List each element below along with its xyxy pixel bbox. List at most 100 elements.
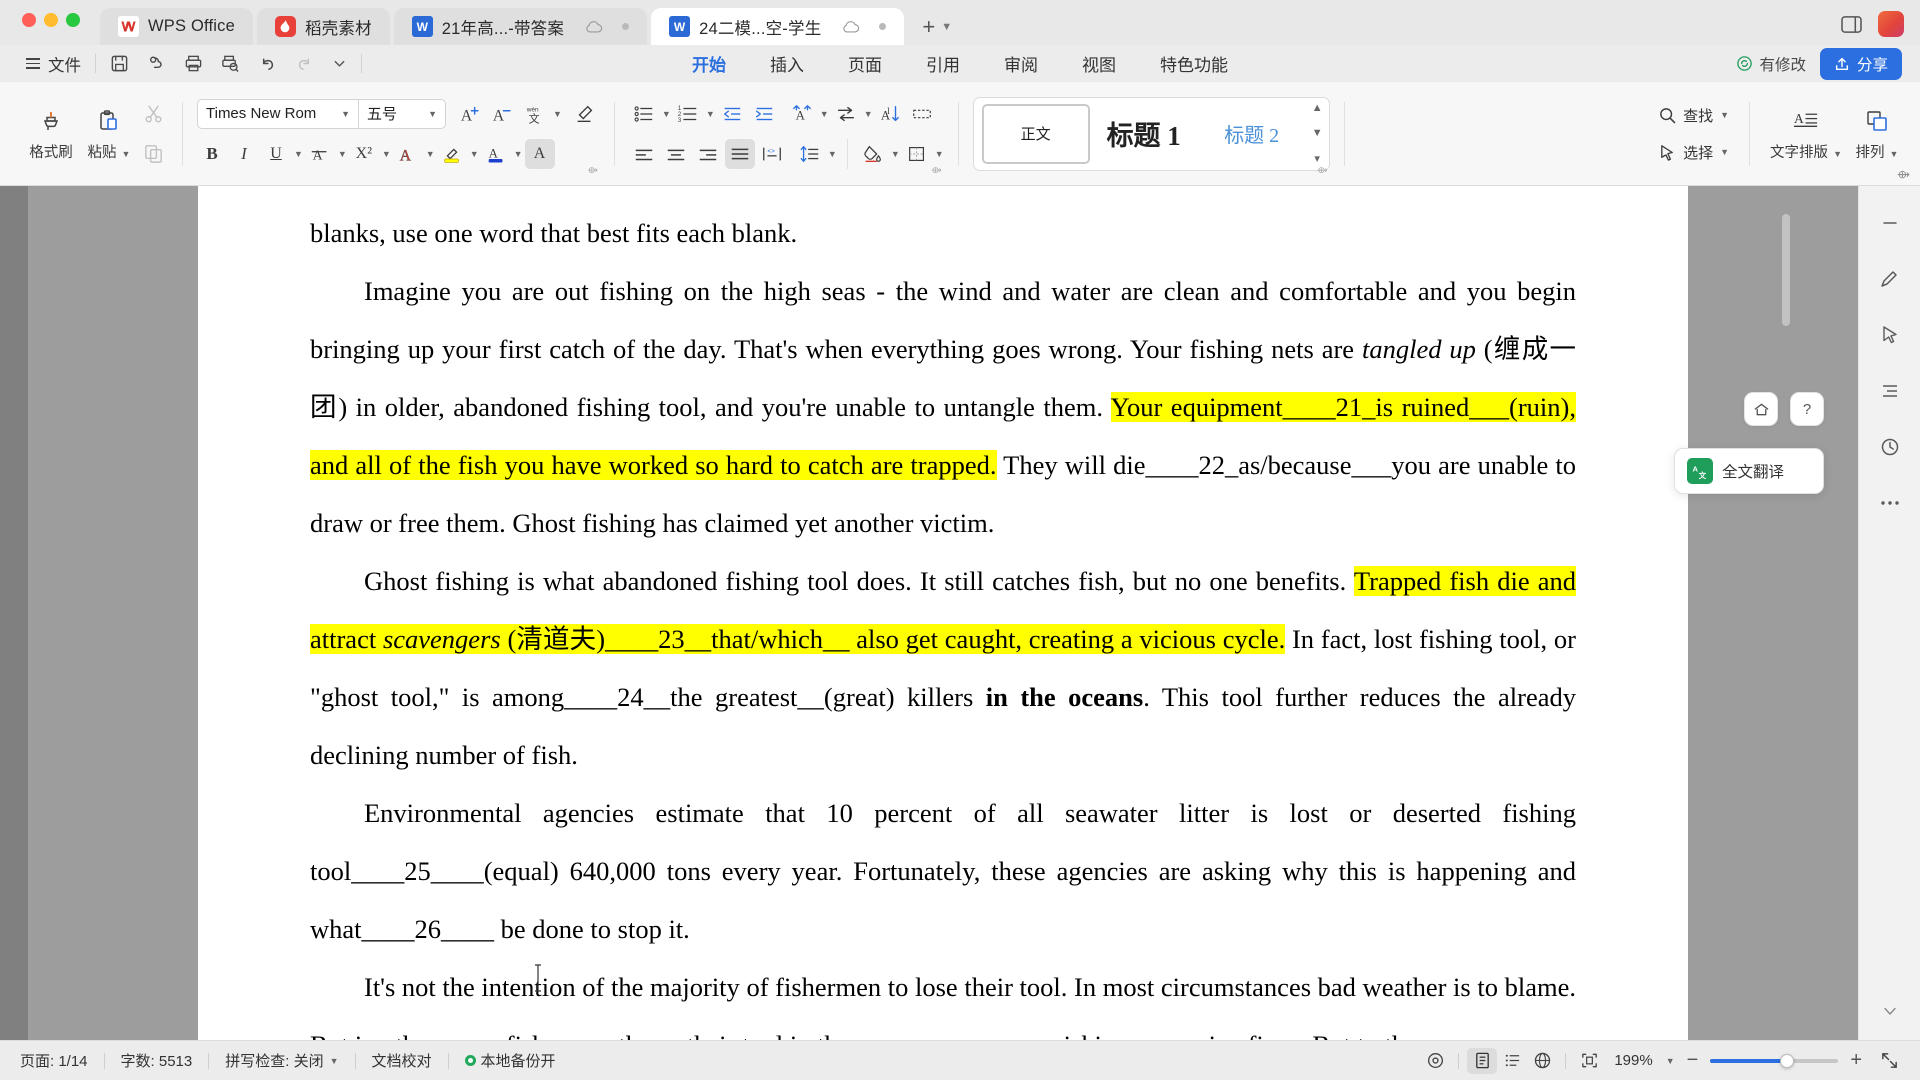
text-layout-button[interactable]: A 文字排版 ▼	[1764, 106, 1848, 162]
tab-review[interactable]: 审阅	[982, 48, 1060, 79]
arrange-button[interactable]: 排列 ▼	[1848, 106, 1906, 162]
select-button[interactable]: 选择 ▼	[1652, 139, 1735, 166]
chevron-down-icon[interactable]: ▼	[935, 149, 944, 159]
chevron-down-icon[interactable]: ▼	[122, 149, 131, 159]
align-center-button[interactable]	[661, 139, 691, 169]
sort-button[interactable]: Al	[875, 99, 905, 129]
scroll-down-icon[interactable]: ▼	[1312, 128, 1323, 139]
document-text[interactable]: blanks, use one word that best fits each…	[310, 204, 1576, 1040]
chevron-down-icon[interactable]: ▼	[820, 109, 829, 119]
local-backup-status[interactable]: 本地备份开	[464, 1050, 556, 1071]
tab-daoke-material[interactable]: 稻壳素材	[256, 8, 390, 45]
file-menu-button[interactable]: 文件	[26, 52, 81, 76]
font-picker[interactable]: Times New Rom ▼ 五号 ▼	[197, 98, 446, 129]
modified-status[interactable]: 有修改	[1736, 53, 1806, 75]
character-shading-button[interactable]: A	[524, 138, 555, 169]
styles-group-expand-icon[interactable]: ⟴	[1317, 165, 1327, 176]
paragraph-3[interactable]: Environmental agencies estimate that 10 …	[310, 784, 1576, 958]
chevron-down-icon[interactable]: ▼	[828, 149, 837, 159]
zoom-slider-knob[interactable]	[1780, 1053, 1795, 1068]
chevron-down-icon[interactable]: ▼	[864, 109, 873, 119]
grow-font-button[interactable]: A	[456, 99, 486, 129]
increase-indent-button[interactable]	[749, 99, 779, 129]
cloud-sync-icon[interactable]	[147, 54, 166, 73]
highlight-button[interactable]	[437, 139, 467, 169]
text-effects-button[interactable]: A	[393, 139, 423, 169]
web-view-icon[interactable]	[1527, 1048, 1557, 1074]
style-heading-1[interactable]: 标题 1	[1090, 104, 1198, 164]
pen-annotate-icon[interactable]	[1875, 264, 1905, 294]
zoom-in-button[interactable]: +	[1850, 1049, 1862, 1072]
tab-insert[interactable]: 插入	[748, 48, 826, 79]
chevron-down-icon[interactable]: ▼	[1833, 149, 1842, 159]
print-preview-icon[interactable]	[221, 54, 240, 73]
paragraph-2[interactable]: Ghost fishing is what abandoned fishing …	[310, 552, 1576, 784]
align-left-button[interactable]	[629, 139, 659, 169]
tab-view[interactable]: 视图	[1060, 48, 1138, 79]
scroll-up-icon[interactable]: ▲	[1312, 102, 1323, 114]
scrollbar-thumb[interactable]	[1782, 214, 1790, 326]
paragraph-0[interactable]: blanks, use one word that best fits each…	[310, 204, 1576, 262]
undo-icon[interactable]	[258, 54, 277, 73]
paragraph-4[interactable]: It's not the intention of the majority o…	[310, 958, 1576, 1040]
proofread-button[interactable]: 文档校对	[372, 1050, 432, 1071]
style-heading-2[interactable]: 标题 2	[1198, 104, 1306, 164]
chevron-down-icon[interactable]: ▼	[1890, 149, 1899, 159]
asian-layout-button[interactable]: A	[787, 99, 817, 129]
justify-button[interactable]	[724, 138, 755, 169]
underline-button[interactable]: U	[261, 139, 291, 169]
new-tab-button[interactable]: + ▼	[908, 8, 962, 45]
scroll-down-icon[interactable]	[1875, 996, 1905, 1026]
distribute-button[interactable]: <>	[757, 139, 787, 169]
vertical-scrollbar[interactable]	[1780, 186, 1792, 1040]
strikethrough-button[interactable]: A	[305, 139, 335, 169]
sidebar-toggle-icon[interactable]	[1841, 15, 1862, 34]
chevron-down-icon[interactable]: ▼	[1720, 147, 1729, 157]
customize-chevron-icon[interactable]	[332, 56, 347, 71]
font-name-input[interactable]: Times New Rom ▼	[198, 105, 358, 122]
full-text-translate-panel[interactable]: A文 全文翻译	[1674, 448, 1824, 494]
chevron-down-icon[interactable]: ▼	[382, 149, 391, 159]
chevron-down-icon[interactable]: ▼	[426, 149, 435, 159]
outline-view-icon[interactable]	[1497, 1048, 1527, 1074]
collapse-ribbon-icon[interactable]: ⟴	[1897, 168, 1910, 181]
find-button[interactable]: 查找 ▼	[1652, 102, 1735, 129]
tab-reference[interactable]: 引用	[904, 48, 982, 79]
select-cursor-icon[interactable]	[1875, 320, 1905, 350]
chevron-down-icon[interactable]: ▼	[1720, 110, 1729, 120]
line-spacing-button[interactable]	[795, 139, 825, 169]
fit-page-icon[interactable]	[1574, 1048, 1604, 1074]
text-direction-button[interactable]	[831, 99, 861, 129]
maximize-window-button[interactable]	[66, 12, 80, 27]
minimize-window-button[interactable]	[44, 12, 58, 27]
numbered-list-button[interactable]: 123	[673, 99, 703, 129]
minimize-rail-icon[interactable]	[1875, 208, 1905, 238]
shrink-font-button[interactable]: A	[488, 99, 518, 129]
shading-button[interactable]	[858, 139, 888, 169]
zoom-level-label[interactable]: 199%	[1614, 1052, 1652, 1069]
tab-document-24ermo[interactable]: W 24二模...空-学生	[651, 8, 905, 45]
show-marks-button[interactable]	[907, 99, 937, 129]
chevron-down-icon[interactable]: ▼	[341, 109, 350, 119]
chevron-down-icon[interactable]: ▼	[428, 109, 437, 119]
chevron-down-icon[interactable]: ▼	[514, 149, 523, 159]
history-icon[interactable]	[1875, 432, 1905, 462]
chevron-down-icon[interactable]: ▼	[662, 109, 671, 119]
chevron-down-icon[interactable]: ▼	[330, 1056, 339, 1066]
bullet-list-button[interactable]	[629, 99, 659, 129]
paste-button[interactable]: 粘贴 ▼	[80, 106, 138, 162]
save-icon[interactable]	[110, 54, 129, 73]
italic-button[interactable]: I	[229, 139, 259, 169]
superscript-button[interactable]: X²	[349, 139, 379, 169]
font-group-expand-icon[interactable]: ⟴	[588, 165, 598, 176]
eye-icon[interactable]	[1420, 1048, 1450, 1074]
chevron-down-icon[interactable]: ▼	[294, 149, 303, 159]
chevron-down-icon[interactable]: ▼	[553, 109, 562, 119]
chevron-down-icon[interactable]: ▼	[470, 149, 479, 159]
clear-format-button[interactable]	[570, 99, 600, 129]
word-count[interactable]: 字数: 5513	[121, 1050, 193, 1071]
bold-button[interactable]: B	[197, 139, 227, 169]
page-indicator[interactable]: 页面: 1/14	[20, 1050, 88, 1071]
font-color-button[interactable]: A	[481, 139, 511, 169]
borders-button[interactable]	[902, 139, 932, 169]
